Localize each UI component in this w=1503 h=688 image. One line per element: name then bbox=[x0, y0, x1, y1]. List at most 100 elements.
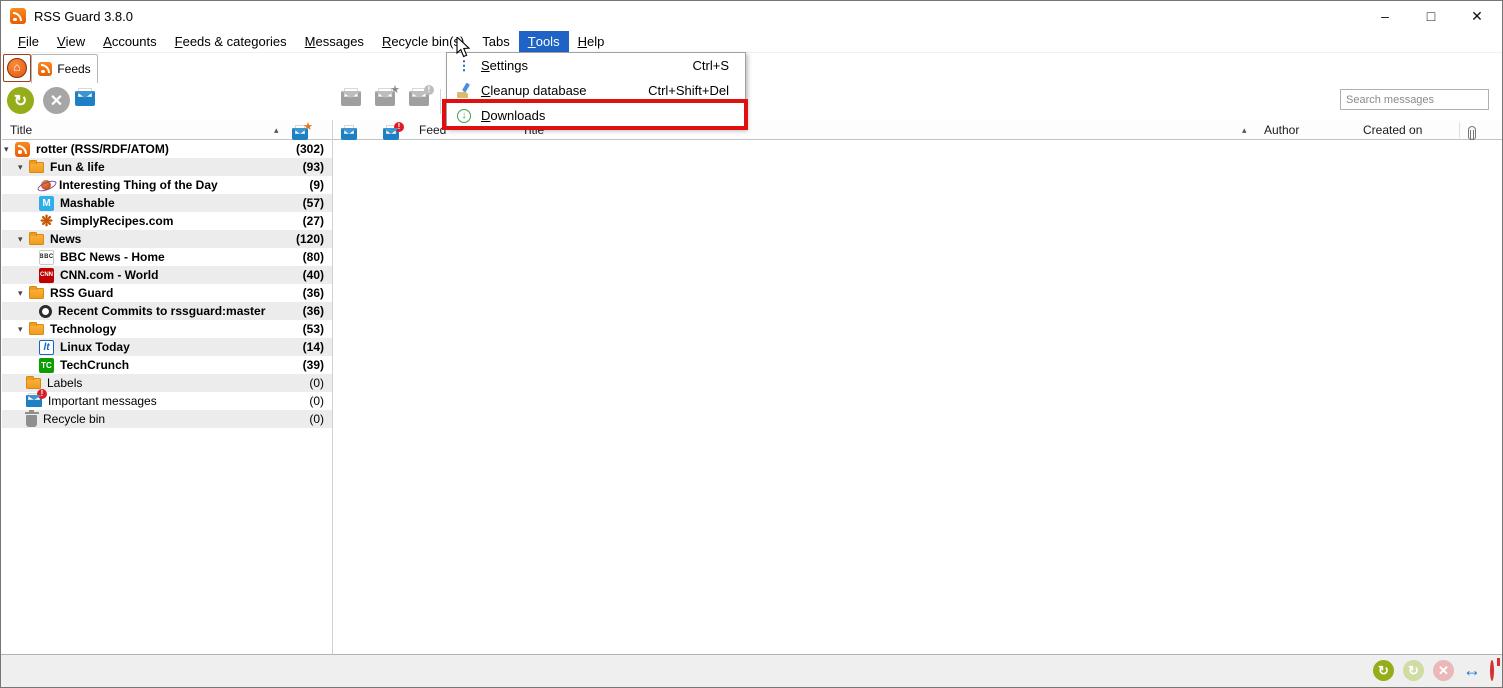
minimize-button[interactable]: – bbox=[1362, 1, 1408, 31]
feed-row-mashable[interactable]: MMashable(57) bbox=[2, 194, 332, 212]
menu-item-shortcut: Ctrl+Shift+Del bbox=[648, 83, 745, 98]
menu-accounts[interactable]: Accounts bbox=[94, 31, 165, 52]
feed-row-cnn-com-world[interactable]: CNN CNN.com - World(40) bbox=[2, 266, 332, 284]
statusbar-icons: ↻ ↻ ✕ ↔ bbox=[1373, 660, 1494, 681]
mashable-icon: M bbox=[39, 196, 54, 211]
feed-label: Linux Today bbox=[60, 340, 303, 354]
refresh-icon: ↻ bbox=[1408, 663, 1419, 679]
tree-expander-icon[interactable]: ▾ bbox=[18, 288, 29, 299]
feed-unread-count: (39) bbox=[303, 358, 324, 372]
header-separator bbox=[1459, 122, 1460, 138]
tree-expander-icon[interactable]: ▾ bbox=[18, 234, 29, 245]
feed-row-simplyrecipes-com[interactable]: ❋SimplyRecipes.com(27) bbox=[2, 212, 332, 230]
messages-importance-column-header[interactable]: ! bbox=[383, 124, 399, 144]
menu-file[interactable]: File bbox=[9, 31, 48, 52]
messages-created-on-column-header[interactable]: Created on bbox=[1363, 120, 1422, 140]
update-feeds-button[interactable]: ↻ bbox=[1373, 660, 1394, 681]
tree-expander-icon[interactable]: ▾ bbox=[4, 144, 15, 155]
home-icon: ⌂ bbox=[7, 58, 27, 78]
feed-label: SimplyRecipes.com bbox=[60, 214, 303, 228]
menu-help[interactable]: Help bbox=[569, 31, 614, 52]
refresh-icon: ↻ bbox=[1378, 663, 1389, 679]
feed-row-bbc-news-home[interactable]: BBCBBC News - Home(80) bbox=[2, 248, 332, 266]
update-all-feeds-button[interactable]: ↻ bbox=[7, 87, 34, 114]
fullscreen-button[interactable]: ↔ bbox=[1463, 661, 1481, 681]
menu-messages[interactable]: Messages bbox=[296, 31, 373, 52]
feed-label: Recent Commits to rssguard:master bbox=[58, 304, 303, 318]
feeds-tree: ▾rotter (RSS/RDF/ATOM)(302)▾Fun & life(9… bbox=[2, 140, 332, 428]
feeds-tab-label: Feeds bbox=[57, 62, 90, 76]
messages-sort-ascending-icon: ▴ bbox=[1242, 120, 1247, 140]
home-button[interactable]: ⌂ bbox=[3, 54, 31, 82]
feed-row-important-messages[interactable]: !Important messages(0) bbox=[2, 392, 332, 410]
feed-label: BBC News - Home bbox=[60, 250, 303, 264]
menu-item-downloads[interactable]: ↓Downloads bbox=[447, 103, 745, 128]
mark-all-read-button[interactable] bbox=[75, 91, 95, 111]
feed-row-rotter-rss-rdf-atom[interactable]: ▾rotter (RSS/RDF/ATOM)(302) bbox=[2, 140, 332, 158]
feed-label: Important messages bbox=[48, 394, 309, 408]
messages-feed-column-header[interactable]: Feed bbox=[419, 120, 446, 140]
feed-unread-count: (120) bbox=[296, 232, 324, 246]
menu-item-cleanup-database[interactable]: Cleanup databaseCtrl+Shift+Del bbox=[447, 78, 745, 103]
tabbar: ⌂ Feeds bbox=[1, 53, 1502, 83]
folder-icon bbox=[29, 288, 44, 299]
tree-expander-icon[interactable]: ▾ bbox=[18, 162, 29, 173]
feed-label: CNN.com - World bbox=[60, 268, 303, 282]
cnn-icon: CNN bbox=[39, 268, 54, 283]
maximize-button[interactable]: □ bbox=[1408, 1, 1454, 31]
feed-label: Technology bbox=[50, 322, 303, 336]
refresh-icon: ↻ bbox=[14, 91, 27, 111]
feed-row-recycle-bin[interactable]: Recycle bin(0) bbox=[2, 410, 332, 428]
menu-feeds-categories[interactable]: Feeds & categories bbox=[166, 31, 296, 52]
downloads-icon: ↓ bbox=[447, 109, 481, 123]
search-messages-input[interactable] bbox=[1340, 89, 1489, 110]
messages-read-column-header[interactable] bbox=[341, 124, 357, 144]
github-icon bbox=[39, 305, 52, 318]
feed-unread-count: (9) bbox=[309, 178, 324, 192]
important-envelope-icon: ! bbox=[409, 91, 429, 106]
panel-splitter[interactable] bbox=[332, 120, 333, 654]
feed-row-labels[interactable]: Labels(0) bbox=[2, 374, 332, 392]
feeds-title-column-header[interactable]: Title bbox=[10, 120, 32, 140]
menu-view[interactable]: View bbox=[48, 31, 94, 52]
folder-icon bbox=[26, 378, 41, 389]
important-icon: ! bbox=[26, 395, 42, 407]
menu-item-label: Downloads bbox=[481, 108, 729, 123]
feed-row-techcrunch[interactable]: TCTechCrunch(39) bbox=[2, 356, 332, 374]
feed-label: Labels bbox=[47, 376, 309, 390]
messages-author-column-header[interactable]: Author bbox=[1264, 120, 1299, 140]
toggle-importance-button: ! bbox=[409, 91, 429, 111]
menu-tabs[interactable]: Tabs bbox=[473, 31, 518, 52]
feed-unread-count: (80) bbox=[303, 250, 324, 264]
feed-unread-count: (93) bbox=[303, 160, 324, 174]
menu-item-settings[interactable]: ⋮SettingsCtrl+S bbox=[447, 53, 745, 78]
feed-row-technology[interactable]: ▾Technology(53) bbox=[2, 320, 332, 338]
importance-envelope-icon: ! bbox=[383, 128, 399, 140]
recycle-icon bbox=[26, 412, 37, 427]
window-controls: –□✕ bbox=[1362, 1, 1500, 31]
messages-attachment-column-header[interactable] bbox=[1468, 123, 1476, 143]
feed-unread-count: (36) bbox=[303, 286, 324, 300]
close-button[interactable]: ✕ bbox=[1454, 1, 1500, 31]
feed-row-fun-life[interactable]: ▾Fun & life(93) bbox=[2, 158, 332, 176]
tree-expander-icon[interactable]: ▾ bbox=[18, 324, 29, 335]
feed-row-news[interactable]: ▾News(120) bbox=[2, 230, 332, 248]
tab-feeds[interactable]: Feeds bbox=[31, 54, 98, 83]
quit-button[interactable] bbox=[1490, 662, 1494, 680]
menu-item-label: Settings bbox=[481, 58, 693, 73]
feed-unread-count: (40) bbox=[303, 268, 324, 282]
menu-tools[interactable]: Tools bbox=[519, 31, 569, 52]
feed-row-linux-today[interactable]: ltLinux Today(14) bbox=[2, 338, 332, 356]
cleanup-database-icon bbox=[447, 83, 481, 98]
menu-recycle-bin-s[interactable]: Recycle bin(s) bbox=[373, 31, 473, 52]
paperclip-icon bbox=[1468, 126, 1476, 140]
feed-row-rss-guard[interactable]: ▾RSS Guard(36) bbox=[2, 284, 332, 302]
menu-item-shortcut: Ctrl+S bbox=[693, 58, 745, 73]
linuxtoday-icon: lt bbox=[39, 340, 54, 355]
feed-label: Recycle bin bbox=[43, 412, 309, 426]
feed-row-interesting-thing-of-the-day[interactable]: Interesting Thing of the Day(9) bbox=[2, 176, 332, 194]
feed-row-recent-commits-to-rssguard-master[interactable]: Recent Commits to rssguard:master(36) bbox=[2, 302, 332, 320]
read-envelope-icon bbox=[341, 128, 357, 140]
mark-selection-read-button bbox=[341, 91, 361, 111]
stop-running-update-button[interactable]: ✕ bbox=[43, 87, 70, 114]
